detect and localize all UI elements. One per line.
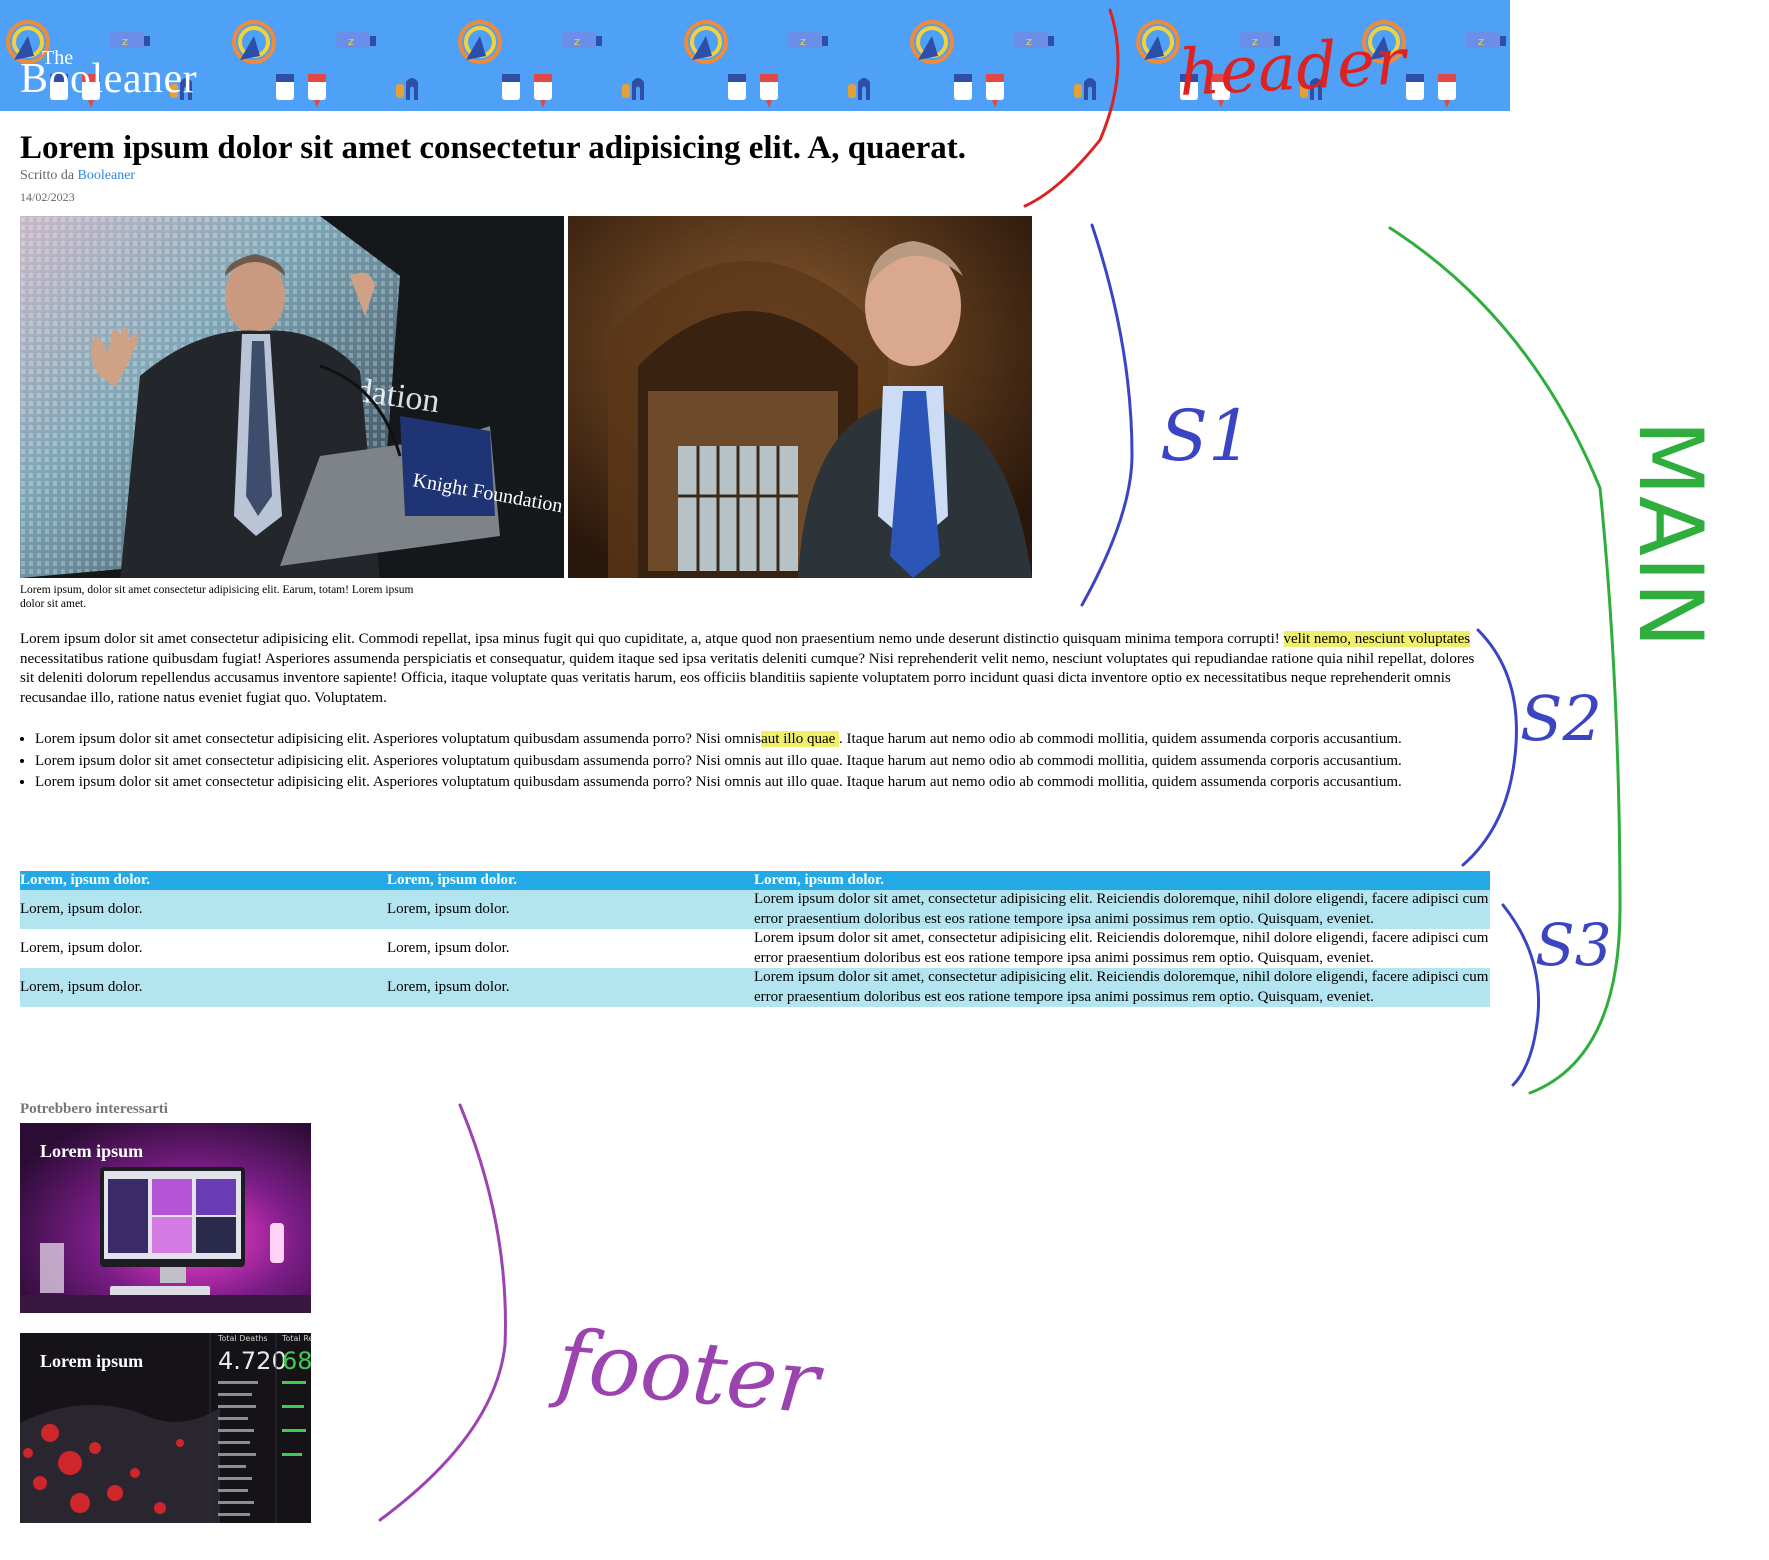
author-link[interactable]: Booleaner bbox=[78, 168, 136, 183]
annotation-footer-bracket bbox=[378, 1103, 507, 1522]
list-item: Lorem ipsum dolor sit amet consectetur a… bbox=[35, 773, 1440, 793]
article-paragraph: Lorem ipsum dolor sit amet consectetur a… bbox=[20, 630, 1490, 708]
table-header-cell: Lorem, ipsum dolor. bbox=[20, 871, 387, 890]
table-cell: Lorem, ipsum dolor. bbox=[387, 939, 510, 956]
paragraph-highlight: velit nemo, nesciunt voluptates bbox=[1283, 631, 1471, 647]
table-header-row: Lorem, ipsum dolor. Lorem, ipsum dolor. … bbox=[20, 871, 1490, 890]
header-pattern: z bbox=[6, 20, 1510, 110]
bullet-list: Lorem ipsum dolor sit amet consectetur a… bbox=[20, 730, 1440, 795]
table-header-cell: Lorem, ipsum dolor. bbox=[754, 871, 1490, 890]
table-cell: Lorem, ipsum dolor. bbox=[20, 939, 143, 956]
article-photo-speaker: ht Foundation Knight Foundation bbox=[20, 216, 564, 578]
table-cell: Lorem, ipsum dolor. bbox=[387, 968, 754, 1007]
table-header-cell: Lorem, ipsum dolor. bbox=[387, 871, 754, 890]
photo-caption: Lorem ipsum, dolor sit amet consectetur … bbox=[20, 584, 414, 610]
list-item-text-after: . Itaque harum aut nemo odio ab commodi … bbox=[839, 731, 1402, 747]
table-cell: Lorem, ipsum dolor. bbox=[387, 890, 754, 929]
data-table: Lorem, ipsum dolor. Lorem, ipsum dolor. … bbox=[20, 871, 1490, 1007]
site-header: z The Booleaner bbox=[0, 0, 1510, 111]
table-cell: Lorem, ipsum dolor. bbox=[20, 890, 387, 929]
list-item-text: Lorem ipsum dolor sit amet consectetur a… bbox=[35, 731, 762, 747]
paragraph-text-1: Lorem ipsum dolor sit amet consectetur a… bbox=[20, 631, 1284, 647]
annotation-main-label: MAIN bbox=[1619, 420, 1722, 648]
annotation-s3-label: S3 bbox=[1535, 911, 1612, 979]
list-item-text: Lorem ipsum dolor sit amet consectetur a… bbox=[35, 752, 1402, 769]
article-title: Lorem ipsum dolor sit amet consectetur a… bbox=[20, 130, 966, 166]
article-photo-portrait bbox=[568, 216, 1032, 578]
table-row: Lorem, ipsum dolor. Lorem, ipsum dolor. … bbox=[20, 968, 1490, 1007]
stat2-label: Total Reco bbox=[281, 1334, 311, 1343]
byline-prefix: Scritto da bbox=[20, 168, 78, 183]
related-card[interactable]: Lorem ipsum bbox=[20, 1123, 311, 1313]
annotation-s2-label: S2 bbox=[1520, 682, 1602, 755]
card-title: Lorem ipsum bbox=[40, 1141, 144, 1161]
logo-main-text: Booleaner bbox=[20, 56, 198, 102]
table-cell: Lorem ipsum dolor sit amet, consectetur … bbox=[754, 930, 1489, 966]
list-item: Lorem ipsum dolor sit amet consectetur a… bbox=[35, 752, 1440, 772]
table-cell: Lorem ipsum dolor sit amet, consectetur … bbox=[754, 890, 1490, 929]
table-row: Lorem, ipsum dolor. Lorem, ipsum dolor. … bbox=[20, 890, 1490, 929]
annotation-footer-label: footer bbox=[547, 1311, 828, 1434]
annotation-s3-bracket bbox=[1501, 903, 1541, 1087]
stat-label: Total Deaths bbox=[217, 1334, 268, 1343]
paragraph-text-2: necessitatibus ratione quibusdam fugiat!… bbox=[20, 650, 1475, 706]
table-cell: Lorem, ipsum dolor. bbox=[20, 968, 387, 1007]
list-item-highlight: aut illo quae bbox=[761, 731, 840, 747]
list-item: Lorem ipsum dolor sit amet consectetur a… bbox=[35, 730, 1440, 750]
table-cell: Lorem ipsum dolor sit amet, consectetur … bbox=[754, 968, 1490, 1007]
byline: Scritto da Booleaner bbox=[20, 168, 135, 184]
related-card[interactable]: Total Deaths 4.720 Total Reco 68.3 Lorem… bbox=[20, 1333, 311, 1523]
stat2-value: 68.3 bbox=[282, 1347, 311, 1375]
annotation-s1-bracket bbox=[1080, 223, 1134, 607]
table-row: Lorem, ipsum dolor. Lorem, ipsum dolor. … bbox=[20, 929, 1490, 968]
annotation-s1-label: S1 bbox=[1160, 395, 1253, 477]
publish-date: 14/02/2023 bbox=[20, 190, 75, 204]
related-heading: Potrebbero interessarti bbox=[20, 1101, 168, 1117]
card-title: Lorem ipsum bbox=[40, 1351, 144, 1371]
list-item-text: Lorem ipsum dolor sit amet consectetur a… bbox=[35, 774, 1402, 790]
